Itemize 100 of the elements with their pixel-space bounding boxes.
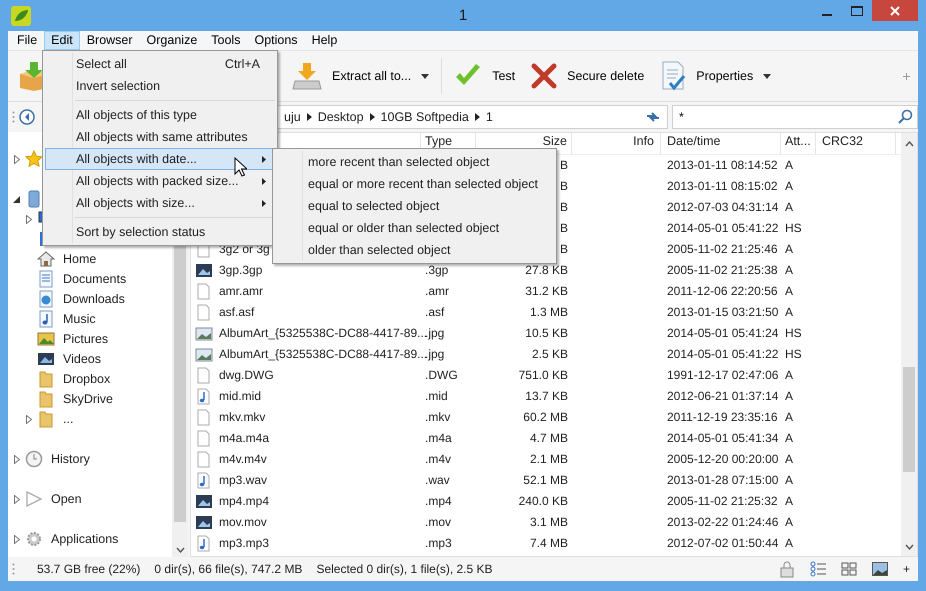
chevron-right-icon bbox=[474, 113, 480, 121]
picture-view-button[interactable] bbox=[872, 560, 889, 578]
refresh-button[interactable] bbox=[645, 110, 661, 124]
path-segment[interactable]: 1 bbox=[486, 110, 493, 124]
table-cell: B bbox=[560, 179, 568, 194]
add-toolbar-button[interactable] bbox=[903, 72, 910, 80]
collapsed-arrow-icon[interactable] bbox=[26, 214, 32, 224]
sidebar-item[interactable]: Pictures bbox=[63, 332, 108, 346]
collapsed-arrow-icon[interactable] bbox=[14, 494, 20, 504]
file-name[interactable]: mp4.mp4 bbox=[219, 494, 270, 509]
menu-item[interactable]: All objects with same attributes bbox=[45, 126, 275, 148]
file-name[interactable]: amr.amr bbox=[219, 284, 264, 299]
table-cell: 240.0 KB bbox=[518, 494, 568, 508]
file-name[interactable]: mid.mid bbox=[219, 389, 262, 404]
menu-item[interactable]: All objects with packed size... bbox=[45, 170, 275, 192]
sidebar-item[interactable]: Applications bbox=[51, 532, 118, 546]
menu-item[interactable]: All objects with date... bbox=[45, 148, 275, 170]
menu-item[interactable]: Invert selection bbox=[45, 75, 275, 97]
menu-item[interactable]: equal or older than selected object bbox=[275, 217, 554, 239]
properties-button[interactable]: Properties bbox=[654, 57, 778, 95]
file-name[interactable]: mp3.wav bbox=[219, 473, 268, 488]
add-button[interactable]: + bbox=[902, 562, 910, 576]
column-header[interactable]: CRC32 bbox=[816, 133, 896, 154]
table-cell: A bbox=[785, 494, 794, 508]
table-cell: 1.3 MB bbox=[530, 305, 568, 320]
file-name[interactable]: asf.asf bbox=[219, 305, 254, 320]
menu-item[interactable]: Tools bbox=[204, 31, 248, 50]
table-cell: HS bbox=[785, 326, 802, 340]
scroll-down-icon[interactable] bbox=[904, 544, 914, 550]
table-cell: A bbox=[785, 263, 794, 278]
delete-button[interactable]: Secure delete bbox=[525, 59, 650, 93]
file-name[interactable]: m4v.m4v bbox=[219, 452, 267, 467]
column-header[interactable]: Att... bbox=[781, 133, 816, 154]
sidebar-item[interactable]: ... bbox=[63, 412, 74, 426]
lock-button[interactable] bbox=[778, 560, 796, 578]
collapsed-arrow-icon[interactable] bbox=[26, 414, 32, 424]
video-file-icon bbox=[195, 492, 213, 510]
menu-item[interactable]: All objects with size... bbox=[45, 192, 275, 214]
path-segment[interactable]: Desktop bbox=[318, 110, 364, 124]
sidebar-item[interactable]: SkyDrive bbox=[63, 392, 114, 406]
table-cell: 2012-07-03 04:31:14 bbox=[667, 200, 778, 214]
sidebar-item[interactable]: Videos bbox=[63, 352, 101, 366]
sidebar-item[interactable]: Downloads bbox=[63, 292, 125, 306]
sidebar-item[interactable]: Documents bbox=[63, 272, 126, 286]
menu-item[interactable]: Browser bbox=[80, 31, 140, 50]
file-name[interactable]: mp3.mp3 bbox=[219, 536, 270, 551]
table-cell: A bbox=[785, 242, 794, 256]
scrollbar-thumb[interactable] bbox=[903, 367, 915, 472]
menu-item[interactable]: equal to selected object bbox=[275, 195, 554, 217]
file-name[interactable]: m4a.m4a bbox=[219, 431, 270, 446]
menu-item[interactable]: Help bbox=[304, 31, 344, 50]
back-button[interactable] bbox=[19, 109, 35, 125]
menu-item[interactable]: Select all Ctrl+A bbox=[45, 53, 275, 75]
file-name[interactable]: mov.mov bbox=[219, 515, 267, 530]
test-button[interactable]: Test bbox=[448, 59, 522, 93]
path-segment[interactable]: 10GB Softpedia bbox=[380, 110, 469, 124]
file-name[interactable]: 3gp.3gp bbox=[219, 263, 262, 278]
scroll-down-icon[interactable] bbox=[176, 547, 184, 553]
file-name[interactable]: mkv.mkv bbox=[219, 410, 266, 425]
close-button[interactable] bbox=[872, 0, 918, 21]
file-name[interactable]: AlbumArt_{5325538C-DC88-4417-89... bbox=[219, 347, 428, 362]
back-icon bbox=[19, 109, 35, 125]
expanded-arrow-icon[interactable] bbox=[13, 196, 20, 202]
sidebar-item[interactable]: Music bbox=[63, 312, 96, 326]
menu-item[interactable]: more recent than selected object bbox=[275, 151, 554, 173]
document-check-icon bbox=[660, 61, 686, 91]
column-header[interactable]: Info bbox=[572, 133, 661, 154]
filter-field[interactable]: * bbox=[672, 105, 918, 129]
menu-item[interactable]: File bbox=[10, 31, 44, 50]
menu-item[interactable]: older than selected object bbox=[275, 239, 554, 261]
path-segment[interactable]: uju bbox=[284, 110, 301, 124]
menu-item[interactable]: Edit bbox=[44, 31, 80, 50]
menu-item[interactable]: Sort by selection status bbox=[45, 221, 275, 243]
file-name[interactable]: dwg.DWG bbox=[219, 368, 274, 383]
list-view-button[interactable] bbox=[810, 560, 827, 578]
collapsed-arrow-icon[interactable] bbox=[14, 534, 20, 544]
table-cell: 2014-05-01 05:41:22 bbox=[667, 221, 778, 236]
star-icon bbox=[25, 150, 43, 168]
table-cell: A bbox=[785, 515, 794, 530]
grid-view-button[interactable] bbox=[840, 560, 858, 578]
sidebar-item[interactable]: Dropbox bbox=[63, 372, 110, 386]
menu-item[interactable]: Organize bbox=[140, 31, 204, 50]
collapsed-arrow-icon[interactable] bbox=[14, 154, 20, 164]
file-name[interactable]: AlbumArt_{5325538C-DC88-4417-89... bbox=[219, 326, 428, 341]
sidebar-item[interactable]: Open bbox=[51, 492, 82, 506]
column-header[interactable]: Date/time bbox=[661, 133, 781, 154]
menu-item[interactable]: equal or more recent than selected object bbox=[275, 173, 554, 195]
sidebar-item[interactable]: History bbox=[51, 452, 90, 466]
file-list-scrollbar[interactable] bbox=[901, 133, 917, 556]
table-cell: 2011-12-06 22:20:56 bbox=[667, 284, 778, 298]
table-cell: .mp4 bbox=[425, 494, 452, 508]
menu-item[interactable]: All objects of this type bbox=[45, 104, 275, 126]
tray-arrow-icon bbox=[292, 61, 322, 91]
table-cell: .mid bbox=[425, 389, 448, 404]
video-file-icon bbox=[195, 262, 213, 280]
collapsed-arrow-icon[interactable] bbox=[14, 454, 20, 464]
menu-item[interactable]: Options bbox=[247, 31, 305, 50]
extract-button[interactable]: Extract all to... bbox=[286, 57, 436, 95]
scroll-up-icon[interactable] bbox=[904, 141, 914, 147]
sidebar-item[interactable]: Home bbox=[63, 252, 96, 266]
